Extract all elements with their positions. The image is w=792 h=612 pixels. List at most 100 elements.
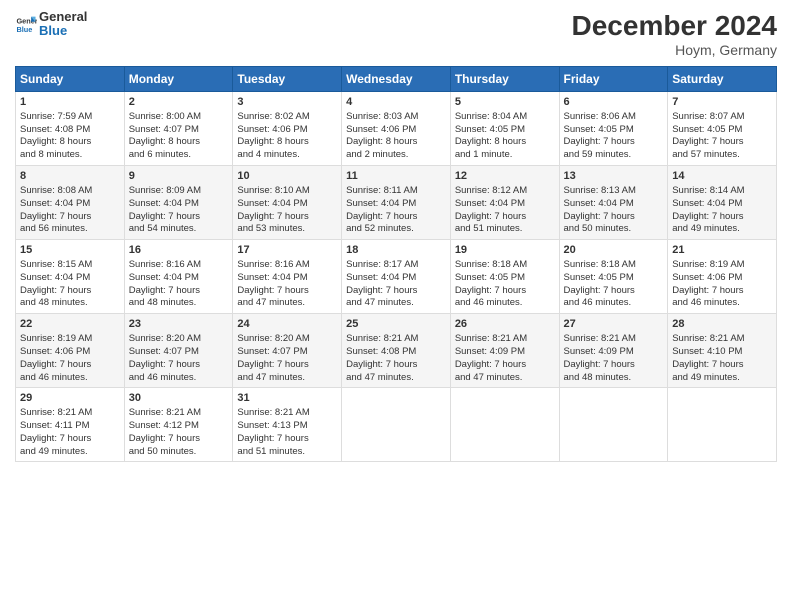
day-info-line: and 46 minutes. [455,297,555,310]
calendar-cell: 14Sunrise: 8:14 AMSunset: 4:04 PMDayligh… [668,166,777,240]
calendar-cell: 28Sunrise: 8:21 AMSunset: 4:10 PMDayligh… [668,314,777,388]
title-block: December 2024 Hoym, Germany [572,10,777,58]
day-info-line: Sunset: 4:06 PM [672,272,772,285]
day-info-line: Sunset: 4:04 PM [346,198,446,211]
day-info-line: Daylight: 8 hours [20,136,120,149]
day-number: 10 [237,169,337,184]
day-info-line: Daylight: 7 hours [20,211,120,224]
day-number: 13 [564,169,664,184]
day-info-line: and 47 minutes. [346,372,446,385]
calendar-header-row: SundayMondayTuesdayWednesdayThursdayFrid… [16,67,777,92]
col-header-saturday: Saturday [668,67,777,92]
day-info-line: Daylight: 7 hours [237,433,337,446]
day-info-line: and 56 minutes. [20,223,120,236]
day-number: 8 [20,169,120,184]
day-number: 19 [455,243,555,258]
day-info-line: and 46 minutes. [20,372,120,385]
day-info-line: Sunrise: 8:21 AM [455,333,555,346]
calendar-week-1: 1Sunrise: 7:59 AMSunset: 4:08 PMDaylight… [16,92,777,166]
day-number: 21 [672,243,772,258]
day-info-line: Daylight: 7 hours [129,285,229,298]
calendar-week-4: 22Sunrise: 8:19 AMSunset: 4:06 PMDayligh… [16,314,777,388]
day-info-line: Daylight: 7 hours [20,433,120,446]
calendar-cell: 18Sunrise: 8:17 AMSunset: 4:04 PMDayligh… [342,240,451,314]
day-info-line: Sunrise: 8:18 AM [455,259,555,272]
day-info-line: Sunrise: 8:15 AM [20,259,120,272]
day-info-line: Daylight: 7 hours [672,285,772,298]
day-info-line: Sunset: 4:04 PM [20,272,120,285]
day-number: 6 [564,95,664,110]
calendar-cell: 4Sunrise: 8:03 AMSunset: 4:06 PMDaylight… [342,92,451,166]
day-info-line: and 47 minutes. [237,297,337,310]
day-info-line: Daylight: 7 hours [672,359,772,372]
day-info-line: Daylight: 7 hours [346,359,446,372]
calendar-cell: 1Sunrise: 7:59 AMSunset: 4:08 PMDaylight… [16,92,125,166]
day-info-line: Sunrise: 8:19 AM [20,333,120,346]
calendar-cell: 15Sunrise: 8:15 AMSunset: 4:04 PMDayligh… [16,240,125,314]
day-info-line: and 49 minutes. [672,372,772,385]
calendar-cell: 7Sunrise: 8:07 AMSunset: 4:05 PMDaylight… [668,92,777,166]
calendar-table: SundayMondayTuesdayWednesdayThursdayFrid… [15,66,777,462]
day-info-line: Sunset: 4:05 PM [455,272,555,285]
day-info-line: Daylight: 7 hours [237,359,337,372]
day-info-line: Sunset: 4:04 PM [346,272,446,285]
day-info-line: Sunrise: 8:21 AM [346,333,446,346]
day-info-line: Daylight: 7 hours [564,359,664,372]
col-header-wednesday: Wednesday [342,67,451,92]
day-info-line: Sunrise: 8:20 AM [237,333,337,346]
day-number: 20 [564,243,664,258]
day-info-line: and 49 minutes. [20,446,120,459]
day-number: 15 [20,243,120,258]
day-info-line: and 54 minutes. [129,223,229,236]
logo-icon: General Blue [15,13,37,35]
day-info-line: Sunset: 4:08 PM [20,124,120,137]
calendar-cell: 2Sunrise: 8:00 AMSunset: 4:07 PMDaylight… [124,92,233,166]
calendar-week-5: 29Sunrise: 8:21 AMSunset: 4:11 PMDayligh… [16,388,777,462]
day-info-line: and 51 minutes. [237,446,337,459]
day-info-line: Sunrise: 8:02 AM [237,111,337,124]
calendar-week-2: 8Sunrise: 8:08 AMSunset: 4:04 PMDaylight… [16,166,777,240]
day-info-line: and 50 minutes. [129,446,229,459]
day-number: 29 [20,391,120,406]
day-info-line: Sunrise: 8:21 AM [20,407,120,420]
day-info-line: Sunrise: 8:00 AM [129,111,229,124]
day-info-line: Daylight: 8 hours [346,136,446,149]
day-info-line: and 46 minutes. [129,372,229,385]
day-info-line: Sunset: 4:09 PM [564,346,664,359]
day-info-line: Daylight: 7 hours [129,433,229,446]
day-info-line: and 47 minutes. [237,372,337,385]
day-info-line: and 2 minutes. [346,149,446,162]
calendar-cell: 30Sunrise: 8:21 AMSunset: 4:12 PMDayligh… [124,388,233,462]
day-number: 2 [129,95,229,110]
day-info-line: Sunrise: 8:12 AM [455,185,555,198]
day-info-line: Daylight: 7 hours [346,285,446,298]
day-info-line: Daylight: 7 hours [346,211,446,224]
day-info-line: Sunrise: 8:16 AM [129,259,229,272]
day-info-line: Daylight: 7 hours [237,285,337,298]
day-number: 24 [237,317,337,332]
day-info-line: Sunset: 4:04 PM [129,272,229,285]
day-number: 1 [20,95,120,110]
day-info-line: Sunset: 4:04 PM [20,198,120,211]
calendar-cell: 29Sunrise: 8:21 AMSunset: 4:11 PMDayligh… [16,388,125,462]
day-info-line: Sunrise: 8:03 AM [346,111,446,124]
day-number: 14 [672,169,772,184]
calendar-cell: 22Sunrise: 8:19 AMSunset: 4:06 PMDayligh… [16,314,125,388]
day-info-line: Sunrise: 8:08 AM [20,185,120,198]
col-header-friday: Friday [559,67,668,92]
day-info-line: Sunrise: 8:19 AM [672,259,772,272]
day-number: 30 [129,391,229,406]
calendar-cell: 27Sunrise: 8:21 AMSunset: 4:09 PMDayligh… [559,314,668,388]
calendar-cell [668,388,777,462]
day-info-line: and 47 minutes. [455,372,555,385]
day-info-line: and 57 minutes. [672,149,772,162]
day-info-line: Sunset: 4:07 PM [129,346,229,359]
day-number: 12 [455,169,555,184]
calendar-cell: 5Sunrise: 8:04 AMSunset: 4:05 PMDaylight… [450,92,559,166]
day-info-line: Sunset: 4:06 PM [20,346,120,359]
day-info-line: Sunset: 4:12 PM [129,420,229,433]
day-info-line: and 48 minutes. [564,372,664,385]
calendar-title: December 2024 [572,10,777,42]
day-info-line: Daylight: 8 hours [129,136,229,149]
day-info-line: and 49 minutes. [672,223,772,236]
